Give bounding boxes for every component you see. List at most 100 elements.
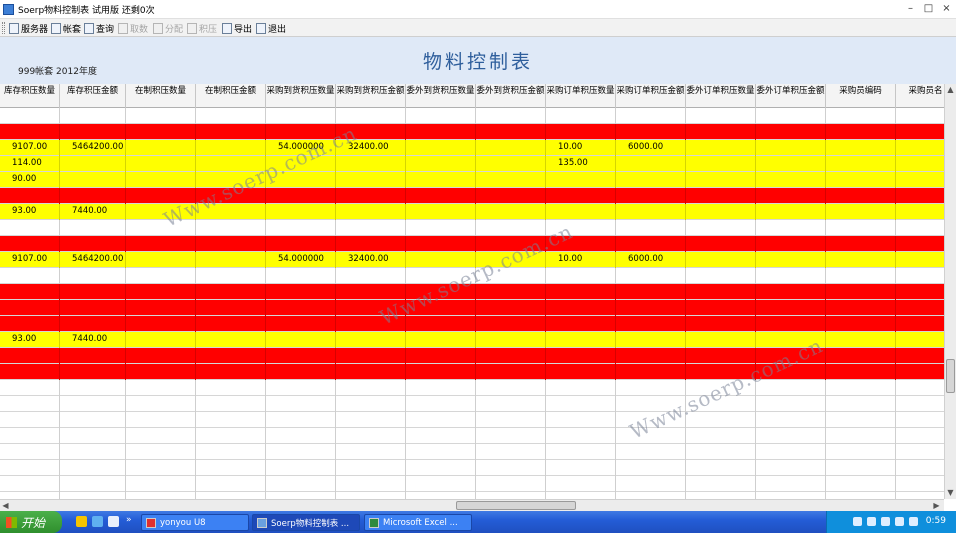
toolbar-allocate-button[interactable]: 分配 xyxy=(153,21,183,35)
table-cell[interactable] xyxy=(686,268,756,284)
table-cell[interactable] xyxy=(686,460,756,476)
table-cell[interactable] xyxy=(60,172,126,188)
table-cell[interactable] xyxy=(756,252,826,268)
table-cell[interactable] xyxy=(616,268,686,284)
table-cell[interactable] xyxy=(266,412,336,428)
table-cell[interactable] xyxy=(336,492,406,499)
table-cell[interactable] xyxy=(60,316,126,332)
table-cell[interactable] xyxy=(756,492,826,499)
table-cell[interactable] xyxy=(336,460,406,476)
column-header[interactable]: 采购到货积压数量 xyxy=(266,84,336,108)
table-row[interactable]: 90.00 xyxy=(0,172,944,188)
table-cell[interactable] xyxy=(756,300,826,316)
table-cell[interactable] xyxy=(546,460,616,476)
table-cell[interactable] xyxy=(0,428,60,444)
table-cell[interactable] xyxy=(476,108,546,124)
table-cell[interactable] xyxy=(0,188,60,204)
table-cell[interactable] xyxy=(826,284,896,300)
table-cell[interactable] xyxy=(826,268,896,284)
table-cell[interactable] xyxy=(896,268,944,284)
table-cell[interactable] xyxy=(476,460,546,476)
table-cell[interactable] xyxy=(546,204,616,220)
table-cell[interactable]: 10.00 xyxy=(546,140,616,156)
network-icon[interactable] xyxy=(909,517,918,526)
table-cell[interactable] xyxy=(826,476,896,492)
table-cell[interactable] xyxy=(406,252,476,268)
table-cell[interactable] xyxy=(546,220,616,236)
table-cell[interactable] xyxy=(616,444,686,460)
table-cell[interactable] xyxy=(266,220,336,236)
table-row[interactable] xyxy=(0,412,944,428)
table-cell[interactable] xyxy=(826,188,896,204)
table-cell[interactable] xyxy=(826,492,896,499)
table-cell[interactable] xyxy=(476,412,546,428)
table-cell[interactable] xyxy=(616,316,686,332)
table-cell[interactable] xyxy=(756,156,826,172)
table-cell[interactable] xyxy=(336,156,406,172)
table-cell[interactable] xyxy=(406,316,476,332)
table-cell[interactable] xyxy=(476,380,546,396)
table-cell[interactable] xyxy=(196,140,266,156)
table-cell[interactable] xyxy=(546,108,616,124)
table-cell[interactable] xyxy=(406,428,476,444)
table-cell[interactable] xyxy=(896,284,944,300)
table-cell[interactable]: 135.00 xyxy=(546,156,616,172)
table-cell[interactable] xyxy=(0,284,60,300)
table-cell[interactable] xyxy=(476,428,546,444)
table-cell[interactable] xyxy=(546,124,616,140)
table-cell[interactable] xyxy=(266,268,336,284)
table-cell[interactable] xyxy=(896,428,944,444)
toolbar-fetch-button[interactable]: 取数 xyxy=(118,21,148,35)
table-cell[interactable] xyxy=(896,364,944,380)
table-cell[interactable] xyxy=(756,108,826,124)
table-cell[interactable] xyxy=(126,236,196,252)
table-cell[interactable] xyxy=(196,332,266,348)
table-cell[interactable] xyxy=(896,300,944,316)
table-cell[interactable] xyxy=(896,348,944,364)
table-cell[interactable] xyxy=(126,348,196,364)
table-cell[interactable] xyxy=(616,396,686,412)
table-cell[interactable] xyxy=(196,364,266,380)
table-cell[interactable] xyxy=(896,492,944,499)
table-cell[interactable] xyxy=(266,476,336,492)
table-cell[interactable] xyxy=(196,268,266,284)
table-row[interactable] xyxy=(0,236,944,252)
table-cell[interactable]: 10.00 xyxy=(546,252,616,268)
table-cell[interactable]: 6000.00 xyxy=(616,140,686,156)
minimize-button[interactable]: – xyxy=(903,2,918,16)
table-cell[interactable] xyxy=(756,396,826,412)
table-cell[interactable] xyxy=(196,476,266,492)
table-cell[interactable] xyxy=(126,156,196,172)
start-button[interactable]: 开始 xyxy=(0,511,62,533)
table-cell[interactable] xyxy=(126,428,196,444)
table-cell[interactable] xyxy=(336,236,406,252)
table-cell[interactable] xyxy=(826,460,896,476)
table-cell[interactable] xyxy=(686,220,756,236)
table-cell[interactable] xyxy=(546,396,616,412)
table-cell[interactable] xyxy=(196,316,266,332)
table-cell[interactable] xyxy=(616,172,686,188)
table-cell[interactable] xyxy=(406,156,476,172)
table-cell[interactable] xyxy=(60,348,126,364)
table-cell[interactable] xyxy=(196,156,266,172)
table-cell[interactable]: 5464200.00 xyxy=(60,252,126,268)
table-cell[interactable] xyxy=(60,284,126,300)
table-cell[interactable] xyxy=(126,492,196,499)
table-row[interactable] xyxy=(0,476,944,492)
table-cell[interactable] xyxy=(686,236,756,252)
table-cell[interactable] xyxy=(686,316,756,332)
table-cell[interactable] xyxy=(406,380,476,396)
table-cell[interactable] xyxy=(126,252,196,268)
table-cell[interactable] xyxy=(476,220,546,236)
table-cell[interactable] xyxy=(196,460,266,476)
table-cell[interactable] xyxy=(406,220,476,236)
table-cell[interactable] xyxy=(266,444,336,460)
column-header[interactable]: 委外到货积压金额 xyxy=(476,84,546,108)
table-cell[interactable] xyxy=(826,332,896,348)
vertical-scroll-thumb[interactable] xyxy=(946,359,955,393)
table-cell[interactable]: 9107.00 xyxy=(0,140,60,156)
table-cell[interactable] xyxy=(406,188,476,204)
table-cell[interactable]: 5464200.00 xyxy=(60,140,126,156)
table-cell[interactable] xyxy=(616,204,686,220)
table-cell[interactable] xyxy=(616,284,686,300)
